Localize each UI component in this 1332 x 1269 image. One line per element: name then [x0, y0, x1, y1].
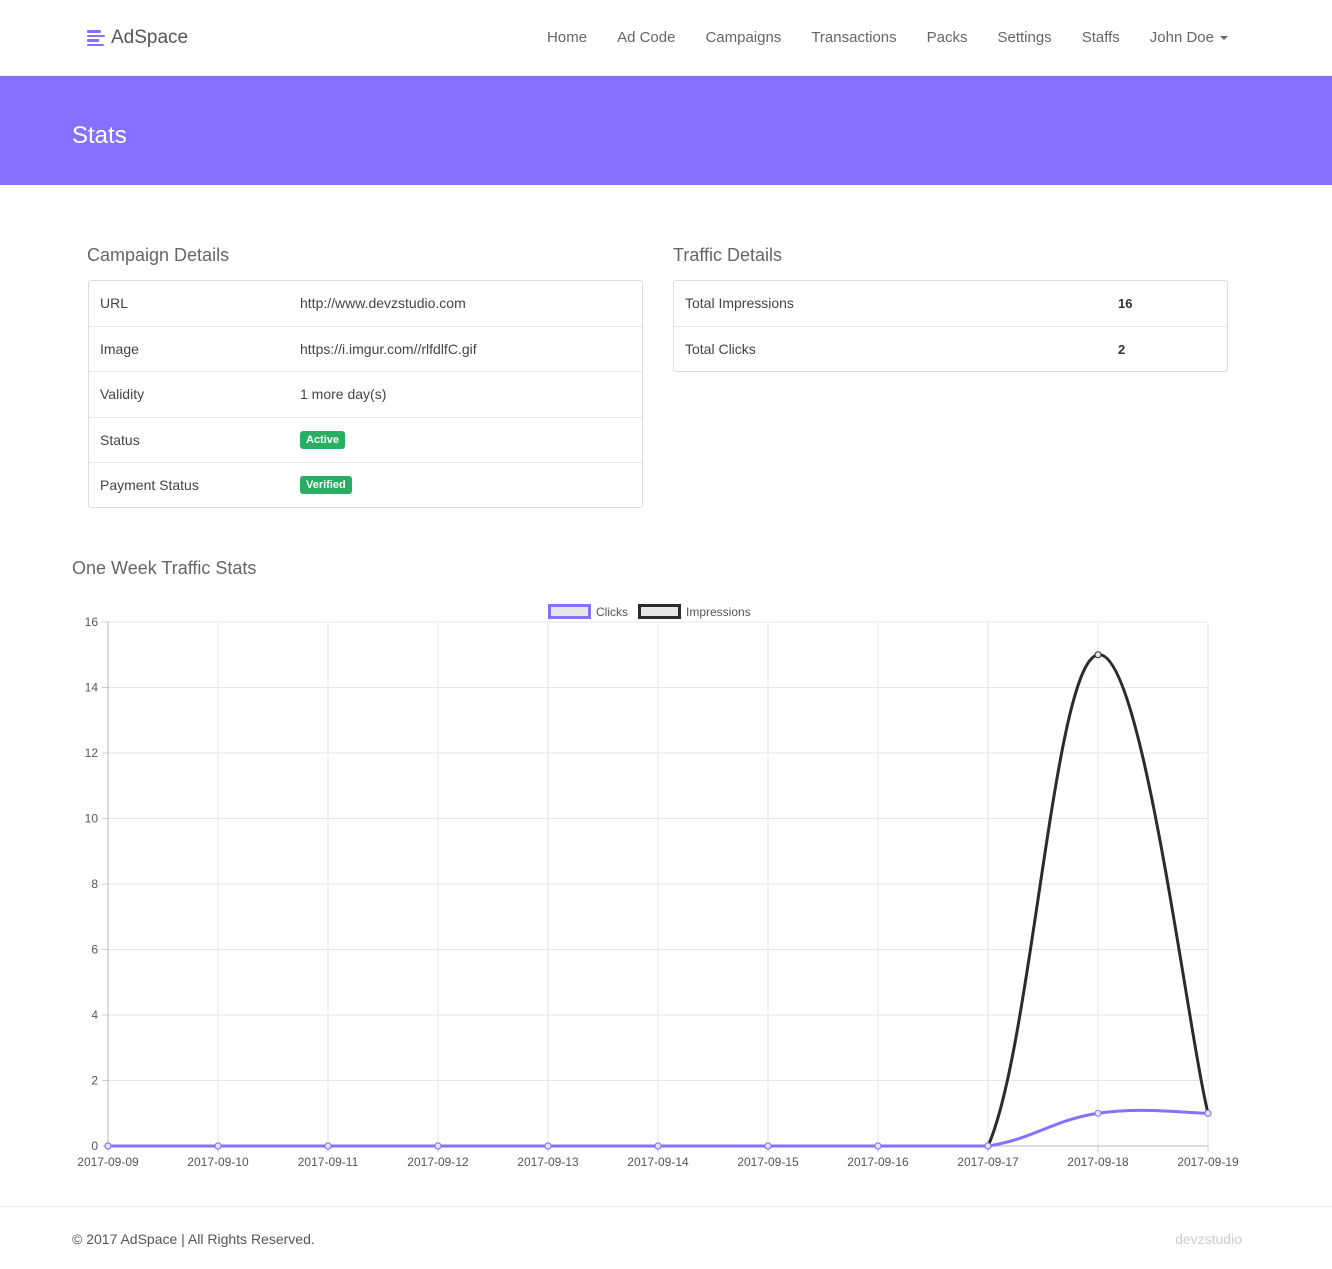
nav-settings[interactable]: Settings [982, 28, 1066, 48]
brand-menu-icon [87, 30, 105, 46]
user-menu-dropdown[interactable]: John Doe [1135, 28, 1228, 48]
x-tick-label: 2017-09-16 [847, 1155, 909, 1169]
x-tick-label: 2017-09-14 [627, 1155, 689, 1169]
x-tick-label: 2017-09-17 [957, 1155, 1019, 1169]
status-badge: Active [300, 430, 346, 449]
caret-down-icon [1220, 36, 1228, 41]
nav-ad-code[interactable]: Ad Code [602, 28, 690, 48]
y-tick-label: 6 [91, 943, 98, 957]
nav-home[interactable]: Home [532, 28, 602, 48]
data-point-clicks [104, 1142, 112, 1150]
data-point-clicks [324, 1142, 332, 1150]
data-point-impressions [1094, 651, 1102, 659]
x-tick-label: 2017-09-12 [407, 1155, 469, 1169]
y-tick-label: 14 [85, 681, 99, 695]
row-label: URL [100, 295, 129, 311]
row-label: Image [100, 340, 139, 357]
campaign-url: http://www.devzstudio.com [300, 295, 466, 311]
row-label: Status [100, 431, 140, 448]
data-point-clicks [654, 1142, 662, 1150]
x-tick-label: 2017-09-18 [1067, 1155, 1129, 1169]
x-tick-label: 2017-09-11 [298, 1155, 359, 1169]
x-tick-label: 2017-09-15 [737, 1155, 799, 1169]
campaign-image: https://i.imgur.com//rlfdlfC.gif [300, 340, 477, 357]
footer-copyright: © 2017 AdSpace | All Rights Reserved. [72, 1231, 315, 1247]
nav-packs[interactable]: Packs [912, 28, 983, 48]
nav-transactions[interactable]: Transactions [796, 28, 911, 48]
y-tick-label: 12 [85, 746, 99, 760]
campaign-validity: 1 more day(s) [300, 386, 387, 402]
data-point-clicks [214, 1142, 222, 1150]
table-row: Status Active [89, 418, 642, 463]
campaign-details-title: Campaign Details [87, 245, 230, 265]
main-nav: Home Ad Code Campaigns Transactions Pack… [532, 28, 1228, 48]
y-tick-label: 2 [91, 1074, 98, 1088]
data-point-clicks [984, 1142, 992, 1150]
user-name: John Doe [1149, 29, 1214, 46]
page-header-banner: Stats [0, 76, 1332, 185]
table-row: Total Impressions 16 [674, 281, 1227, 327]
brand-link[interactable]: AdSpace [87, 25, 188, 51]
total-impressions-value: 16 [1118, 296, 1133, 311]
traffic-line-chart: 0 2 4 6 8 10 12 14 16 2017-09-09 2017-09-10 2017-09… [77, 604, 1239, 1169]
nav-staffs[interactable]: Staffs [1067, 28, 1135, 48]
data-point-clicks [544, 1142, 552, 1150]
row-label: Total Clicks [685, 340, 756, 357]
data-point-clicks [1204, 1109, 1212, 1117]
footer: © 2017 AdSpace | All Rights Reserved. de… [0, 1206, 1332, 1269]
row-label: Validity [100, 386, 145, 402]
table-row: Image https://i.imgur.com//rlfdlfC.gif [89, 327, 642, 372]
traffic-details-table: Total Impressions 16 Total Clicks 2 [673, 280, 1228, 372]
footer-credit-link[interactable]: devzstudio [1175, 1231, 1242, 1247]
row-label: Payment Status [100, 477, 199, 493]
legend-label-clicks: Clicks [596, 605, 628, 619]
data-point-clicks [874, 1142, 882, 1150]
x-tick-label: 2017-09-13 [517, 1155, 579, 1169]
payment-status-badge: Verified [300, 476, 352, 494]
data-point-clicks [764, 1142, 772, 1150]
legend-swatch-impressions [638, 604, 681, 619]
chart-section-title: One Week Traffic Stats [72, 558, 257, 578]
brand-name: AdSpace [111, 27, 189, 48]
y-tick-label: 4 [91, 1008, 98, 1022]
campaign-details-table: URL http://www.devzstudio.com Image http… [88, 280, 643, 508]
traffic-details-title: Traffic Details [673, 245, 783, 265]
nav-campaigns[interactable]: Campaigns [690, 28, 796, 48]
page-title: Stats [72, 122, 127, 149]
row-label: Total Impressions [685, 295, 794, 311]
table-row: Validity 1 more day(s) [89, 372, 642, 418]
data-point-clicks [434, 1142, 442, 1150]
y-tick-label: 8 [91, 877, 98, 891]
navbar: AdSpace Home Ad Code Campaigns Transacti… [0, 0, 1332, 76]
legend-swatch-clicks [548, 604, 591, 619]
table-row: Payment Status Verified [89, 463, 642, 509]
table-row: Total Clicks 2 [674, 327, 1227, 373]
legend-label-impressions: Impressions [686, 605, 751, 619]
x-tick-label: 2017-09-10 [187, 1155, 249, 1169]
table-row: URL http://www.devzstudio.com [89, 281, 642, 327]
total-clicks-value: 2 [1118, 341, 1126, 357]
data-point-clicks [1094, 1109, 1102, 1117]
x-tick-label: 2017-09-19 [1177, 1155, 1239, 1169]
y-tick-label: 0 [91, 1139, 98, 1153]
y-tick-label: 16 [85, 615, 99, 629]
y-tick-label: 10 [85, 812, 99, 826]
x-tick-label: 2017-09-09 [77, 1155, 139, 1169]
